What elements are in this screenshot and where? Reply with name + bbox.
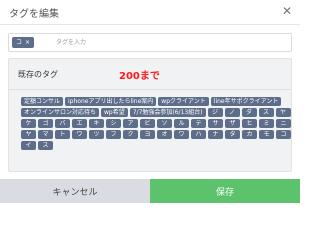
existing-tag[interactable]: ル bbox=[174, 119, 189, 128]
existing-tag[interactable]: イ bbox=[21, 141, 36, 150]
existing-tag[interactable]: ナ bbox=[208, 130, 223, 139]
limit-note: 200まで bbox=[119, 71, 160, 82]
existing-tag[interactable]: ヤ bbox=[21, 130, 36, 139]
existing-tag[interactable]: ミ bbox=[259, 119, 274, 128]
existing-tag[interactable]: ビ bbox=[140, 119, 155, 128]
existing-tag[interactable]: シ bbox=[106, 119, 121, 128]
existing-tag[interactable]: ソ bbox=[157, 119, 172, 128]
existing-tag[interactable]: ワ bbox=[72, 130, 87, 139]
existing-tag[interactable]: キ bbox=[89, 119, 104, 128]
existing-tag[interactable]: iphoneアプリ出したらline案内 bbox=[65, 97, 157, 106]
existing-tags-panel: 既存のタグ 200まで 定額コンサル iphoneアプリ出したらline案内 wpク… bbox=[8, 58, 292, 172]
existing-tag[interactable]: ヤ bbox=[275, 108, 291, 117]
existing-tag[interactable]: ヒ bbox=[242, 119, 257, 128]
existing-tag[interactable]: ア bbox=[123, 119, 138, 128]
existing-tags-list: 定額コンサル iphoneアプリ出したらline案内 wpクライアント line年サポ… bbox=[21, 97, 291, 150]
existing-tag[interactable]: カ bbox=[242, 130, 257, 139]
tag-input-placeholder[interactable]: タグを入力 bbox=[56, 37, 86, 48]
existing-tag[interactable]: エ bbox=[72, 119, 87, 128]
existing-tag[interactable]: オンラインサロン対応待ち bbox=[21, 108, 100, 117]
existing-tag[interactable]: ノ bbox=[224, 108, 240, 117]
existing-tags-header: 既存のタグ 200まで bbox=[9, 59, 291, 90]
existing-tag[interactable]: ハ bbox=[191, 130, 206, 139]
dialog-header: タグを編集 ✕ bbox=[0, 0, 300, 25]
existing-tag[interactable]: ト bbox=[55, 130, 70, 139]
existing-tag[interactable]: ザ bbox=[225, 119, 240, 128]
existing-tag[interactable]: ツ bbox=[89, 130, 104, 139]
existing-tag[interactable]: ス bbox=[38, 141, 53, 150]
selected-tag-chip[interactable]: コ × bbox=[12, 37, 35, 48]
existing-tag[interactable]: ス bbox=[258, 108, 274, 117]
save-button[interactable]: 保存 bbox=[150, 179, 300, 203]
existing-tag[interactable]: wp希望 bbox=[101, 108, 128, 117]
existing-tag[interactable]: ワ bbox=[174, 130, 189, 139]
existing-tag[interactable]: 7/7勉強会参加(6/13組台) bbox=[129, 108, 206, 117]
existing-tag[interactable]: line年サポクライアント bbox=[210, 97, 282, 106]
existing-tag[interactable]: 定額コンサル bbox=[21, 97, 64, 106]
existing-tag[interactable]: テ bbox=[191, 119, 206, 128]
cancel-button[interactable]: キャンセル bbox=[0, 179, 150, 203]
selected-tag-label: コ bbox=[16, 39, 23, 46]
existing-tags-title: 既存のタグ bbox=[18, 70, 58, 79]
existing-tag[interactable]: wpクライアント bbox=[158, 97, 209, 106]
existing-tag[interactable]: ゴ bbox=[38, 119, 53, 128]
existing-tag[interactable]: サ bbox=[208, 119, 223, 128]
existing-tag[interactable]: マ bbox=[38, 130, 53, 139]
existing-tag[interactable]: ケ bbox=[21, 119, 36, 128]
close-icon[interactable]: ✕ bbox=[282, 3, 292, 19]
tag-input-area[interactable]: コ × タグを入力 bbox=[8, 33, 292, 52]
existing-tag[interactable]: コ bbox=[276, 130, 291, 139]
existing-tag[interactable]: タ bbox=[225, 130, 240, 139]
remove-tag-icon[interactable]: × bbox=[25, 37, 30, 48]
existing-tag[interactable]: ニ bbox=[276, 119, 291, 128]
existing-tag[interactable]: モ bbox=[259, 130, 274, 139]
dialog-footer: キャンセル 保存 bbox=[0, 179, 300, 203]
existing-tag[interactable]: フ bbox=[106, 130, 121, 139]
existing-tag[interactable]: ジ bbox=[207, 108, 223, 117]
existing-tag[interactable]: ク bbox=[123, 130, 138, 139]
existing-tag[interactable]: バ bbox=[55, 119, 70, 128]
dialog-title: タグを編集 bbox=[9, 9, 59, 20]
existing-tag[interactable]: ダ bbox=[241, 108, 257, 117]
existing-tag[interactable]: ヨ bbox=[140, 130, 155, 139]
existing-tag[interactable]: オ bbox=[157, 130, 172, 139]
